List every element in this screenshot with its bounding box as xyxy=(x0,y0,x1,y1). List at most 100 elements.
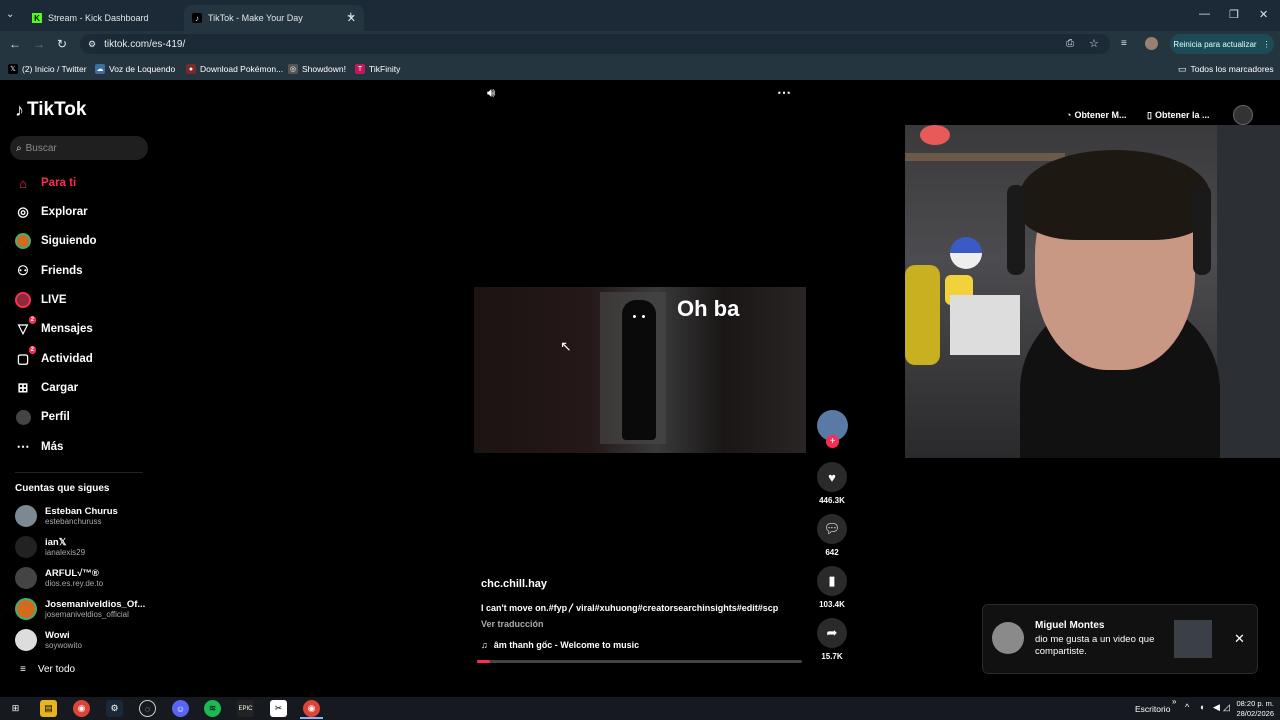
video-eye xyxy=(642,315,645,318)
nav-mensajes[interactable]: ▽ 2 Mensajes xyxy=(15,316,93,339)
close-icon[interactable]: ✕ xyxy=(1234,631,1245,647)
install-app-icon[interactable]: ⎙ xyxy=(1066,38,1074,49)
messages-icon: ▽ 2 xyxy=(18,316,36,336)
comment-icon: 💬︎ xyxy=(817,514,847,544)
follow-plus-icon[interactable]: + xyxy=(826,435,839,448)
phone-icon: ▯ xyxy=(1147,109,1152,120)
video-music[interactable]: ♫ âm thanh gốc - Welcome to music xyxy=(481,640,639,650)
search-input[interactable]: ⌕ Buscar xyxy=(10,136,148,160)
showdown-icon: ◎ xyxy=(288,64,298,74)
bookmark-star-icon[interactable]: ☆ xyxy=(1089,37,1099,50)
media-control-icon[interactable]: ≡ xyxy=(1121,38,1127,49)
speaker-icon[interactable]: ◀ xyxy=(1213,702,1220,713)
tab-title: Stream - Kick Dashboard xyxy=(48,13,149,23)
kick-favicon-icon: K xyxy=(32,13,42,23)
nav-actividad[interactable]: ▢ 2 Actividad xyxy=(15,346,93,369)
bookmark-showdown[interactable]: ◎ Showdown! xyxy=(288,62,346,76)
translate-link[interactable]: Ver traducción xyxy=(481,619,544,629)
save-button[interactable]: ▮ 103.4K xyxy=(817,566,847,609)
url-text: tiktok.com/es-419/ xyxy=(104,38,186,50)
epic-games-icon[interactable]: EPIC xyxy=(237,700,254,717)
restart-update-button[interactable]: Reinicia para actualizar ⋮ xyxy=(1170,34,1274,54)
steam-icon[interactable]: ⚙ xyxy=(106,700,123,717)
get-coins-button[interactable]: ◔ Obtener M... xyxy=(1066,105,1126,125)
followed-account[interactable]: Esteban Churus estebanchuruss xyxy=(15,502,118,530)
volume-icon[interactable]: 🔊︎ xyxy=(487,85,495,101)
tiktok-logo[interactable]: ♪ TikTok xyxy=(15,99,86,121)
like-button[interactable]: ♥ 446.3K xyxy=(817,462,847,505)
notification-thumbnail[interactable] xyxy=(1174,620,1212,658)
nav-siguiendo[interactable]: Siguiendo xyxy=(15,231,97,251)
get-app-button[interactable]: ▯ Obtener la ... xyxy=(1147,105,1209,125)
user-avatar[interactable] xyxy=(1233,105,1253,125)
reload-icon[interactable]: ↻ xyxy=(57,37,67,51)
tab-kick-dashboard[interactable]: K Stream - Kick Dashboard ✕ xyxy=(24,5,204,31)
chrome-icon[interactable]: ◉ xyxy=(73,700,90,717)
coin-icon: ◔ xyxy=(1066,110,1072,120)
video-options-icon[interactable]: ⋯ xyxy=(777,84,791,101)
site-info-icon[interactable]: ⚙ xyxy=(88,39,96,50)
nav-mas[interactable]: ⋯ Más xyxy=(15,437,64,457)
webcam-box xyxy=(950,295,1020,355)
chrome-active-icon[interactable]: ◉ xyxy=(303,700,320,717)
bookmark-twitter[interactable]: 𝕏 (2) Inicio / Twitter xyxy=(8,62,87,76)
tab-tiktok[interactable]: ♪ TikTok - Make Your Day ✕ xyxy=(184,5,364,31)
followed-account[interactable]: ARFUL√™® dios.es.rey.de.to xyxy=(15,564,103,592)
share-icon: ➦ xyxy=(817,618,847,648)
mic-icon[interactable]: ◖ xyxy=(1199,702,1204,712)
nav-para-ti[interactable]: ⌂ Para ti xyxy=(15,173,76,193)
minimize-icon[interactable]: — xyxy=(1199,8,1210,20)
compass-icon: ◎ xyxy=(17,204,29,219)
followed-account[interactable]: Josemaniveldios_Of... josemaniveldios_off… xyxy=(15,595,145,623)
webcam-headphone xyxy=(1007,185,1025,275)
tab-list-chevron-icon[interactable]: ⌄ xyxy=(6,9,14,20)
bookmark-pokemon[interactable]: ● Download Pokémon... xyxy=(186,62,283,76)
tray-chevron-icon[interactable]: ^ xyxy=(1185,702,1189,712)
more-icon: ⋯ xyxy=(16,439,30,454)
folder-icon: ▭ xyxy=(1178,63,1187,74)
video-author[interactable]: chc.chill.hay xyxy=(481,578,547,590)
friends-icon: ⚇ xyxy=(17,263,29,278)
start-icon[interactable]: ⊞ xyxy=(7,700,24,717)
address-bar[interactable]: ⚙ tiktok.com/es-419/ xyxy=(80,34,1110,54)
forward-icon[interactable]: → xyxy=(33,37,45,51)
toolbar-expand-icon[interactable]: » xyxy=(1172,697,1176,706)
back-icon[interactable]: ← xyxy=(9,37,21,51)
active-app-indicator xyxy=(300,717,323,719)
nav-live[interactable]: LIVE xyxy=(15,290,67,310)
comment-button[interactable]: 💬︎ 642 xyxy=(817,514,847,557)
notification-name: Miguel Montes xyxy=(1035,620,1105,631)
followed-account[interactable]: Wowi soywowito xyxy=(15,626,82,654)
restore-icon[interactable]: ❐ xyxy=(1229,8,1239,21)
bookmark-loquendo[interactable]: ☁ Voz de Loquendo xyxy=(95,62,175,76)
video-eye xyxy=(633,315,636,318)
clock-time: 08:20 p. m. xyxy=(1236,699,1274,708)
desktop-toolbar[interactable]: Escritorio xyxy=(1135,704,1170,714)
share-button[interactable]: ➦ 15.7K xyxy=(817,618,847,661)
new-tab-icon[interactable]: + xyxy=(347,8,355,23)
avatar xyxy=(15,598,37,620)
window-close-icon[interactable]: ✕ xyxy=(1259,8,1268,21)
file-explorer-icon[interactable]: ▤ xyxy=(40,700,57,717)
followed-account[interactable]: ian𝕏 ianalexis29 xyxy=(15,533,85,561)
tikfinity-icon: T xyxy=(355,64,365,74)
clock[interactable]: 08:20 p. m. 28/02/2026 xyxy=(1230,699,1274,719)
obs-icon[interactable]: ◌ xyxy=(139,700,156,717)
video-progress-fill xyxy=(477,660,490,663)
nav-perfil[interactable]: Perfil xyxy=(15,407,70,427)
nav-explorar[interactable]: ◎ Explorar xyxy=(15,202,87,222)
activity-badge: 2 xyxy=(28,346,36,354)
kebab-menu-icon[interactable]: ⋮ xyxy=(1263,40,1271,49)
all-bookmarks-folder[interactable]: ▭ Todos los marcadores xyxy=(1178,62,1274,76)
spotify-icon[interactable]: ≋ xyxy=(204,700,221,717)
network-icon[interactable]: ◿ xyxy=(1223,702,1230,713)
capcut-icon[interactable]: ✂ xyxy=(270,700,287,717)
nav-friends[interactable]: ⚇ Friends xyxy=(15,261,82,281)
bookmark-tikfinity[interactable]: T TikFinity xyxy=(355,62,400,76)
profile-avatar[interactable] xyxy=(1145,37,1158,50)
discord-icon[interactable]: ☺ xyxy=(172,700,189,717)
video-progress-bar[interactable] xyxy=(477,660,802,663)
see-all-link[interactable]: ≡ Ver todo xyxy=(20,664,75,675)
nav-cargar[interactable]: ⊞ Cargar xyxy=(15,378,79,398)
bookmark-icon: ▮ xyxy=(817,566,847,596)
